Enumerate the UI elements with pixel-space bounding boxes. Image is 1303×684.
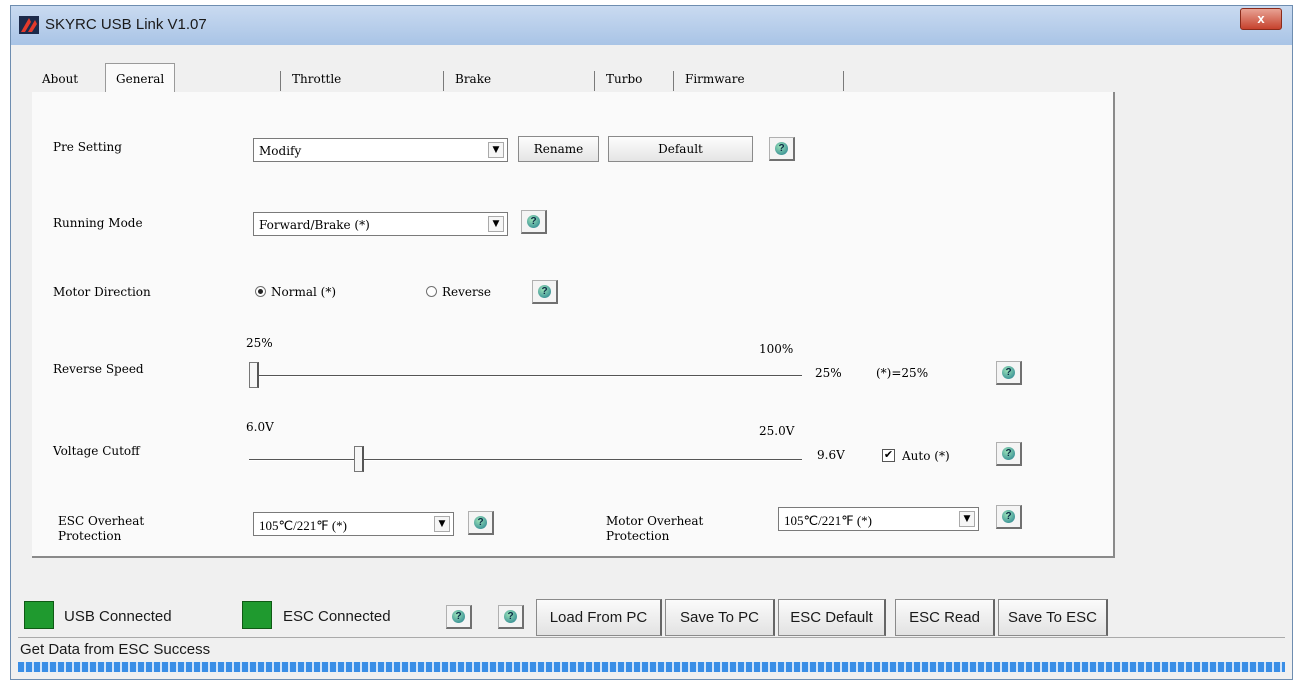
tab-general-setting[interactable]: General Setting — [105, 63, 176, 116]
help-icon: ? — [474, 516, 487, 529]
save-to-pc-button[interactable]: Save To PC — [665, 599, 775, 636]
tab-turbo[interactable]: Turbo — [596, 67, 652, 92]
radio-reverse-label: Reverse — [442, 285, 492, 299]
help-icon: ? — [527, 215, 540, 228]
auto-label: Auto (*) — [902, 449, 950, 463]
tab-separator — [594, 71, 595, 91]
status-bar: Get Data from ESC Success — [18, 637, 1285, 662]
window-title: SKYRC USB Link V1.07 — [45, 16, 207, 33]
voltage-cutoff-label: Voltage Cutoff — [53, 444, 140, 458]
reverse-speed-label: Reverse Speed — [53, 362, 144, 376]
esc-overheat-select[interactable]: 105℃/221℉ (*) ▼ — [253, 512, 454, 536]
motor-overheat-select[interactable]: 105℃/221℉ (*) ▼ — [778, 507, 979, 531]
tab-separator — [280, 71, 281, 91]
help-button[interactable]: ? — [521, 210, 547, 234]
load-from-pc-button[interactable]: Load From PC — [536, 599, 662, 636]
voltage-cutoff-value: 9.6V — [817, 448, 845, 462]
save-to-esc-button[interactable]: Save To ESC — [998, 599, 1108, 636]
esc-overheat-label-line2: Protection — [58, 529, 122, 543]
chevron-down-icon[interactable]: ▼ — [434, 516, 450, 532]
tab-separator — [843, 71, 844, 91]
default-button[interactable]: Default — [608, 136, 753, 162]
tab-throttle-control[interactable]: Throttle Control — [282, 67, 351, 110]
esc-overheat-label: ESC Overheat — [58, 514, 145, 528]
pre-setting-value: Modify — [259, 144, 302, 158]
help-icon: ? — [452, 610, 465, 623]
help-button[interactable]: ? — [498, 605, 524, 629]
rename-button[interactable]: Rename — [518, 136, 599, 162]
help-icon: ? — [1002, 510, 1015, 523]
tab-firmware-upgrade[interactable]: Firmware Upgrade — [675, 67, 755, 110]
esc-status-led — [242, 601, 272, 629]
pre-setting-label: Pre Setting — [53, 140, 122, 154]
reverse-speed-track — [249, 375, 802, 377]
motor-overheat-value: 105℃/221℉ (*) — [784, 513, 872, 528]
chevron-down-icon[interactable]: ▼ — [959, 511, 975, 527]
help-icon: ? — [504, 610, 517, 623]
help-button[interactable]: ? — [769, 137, 795, 161]
help-button[interactable]: ? — [468, 511, 494, 535]
title-bar[interactable]: SKYRC USB Link V1.07 x — [11, 6, 1292, 45]
status-text: Get Data from ESC Success — [20, 641, 211, 658]
esc-connected-label: ESC Connected — [283, 608, 391, 625]
running-mode-value: Forward/Brake (*) — [259, 218, 370, 232]
radio-normal[interactable] — [255, 286, 266, 297]
voltage-cutoff-track — [249, 459, 802, 461]
tab-about[interactable]: About — [32, 67, 88, 92]
motor-overheat-label: Motor Overheat — [606, 514, 704, 528]
usb-status-led — [24, 601, 54, 629]
running-mode-label: Running Mode — [53, 216, 143, 230]
reverse-speed-value: 25% — [815, 366, 842, 380]
radio-normal-label: Normal (*) — [271, 285, 337, 299]
esc-read-button[interactable]: ESC Read — [895, 599, 995, 636]
chevron-down-icon[interactable]: ▼ — [488, 216, 504, 232]
esc-default-button[interactable]: ESC Default — [778, 599, 886, 636]
app-window: SKYRC USB Link V1.07 x About General Set… — [10, 5, 1293, 680]
reverse-speed-max-label: 100% — [759, 342, 794, 356]
tab-separator — [443, 71, 444, 91]
help-icon: ? — [1002, 447, 1015, 460]
help-icon: ? — [775, 142, 788, 155]
help-button[interactable]: ? — [446, 605, 472, 629]
chevron-down-icon[interactable]: ▼ — [488, 142, 504, 158]
voltage-cutoff-slider[interactable] — [354, 446, 365, 472]
reverse-speed-default-note: (*)=25% — [876, 366, 929, 380]
motor-direction-label: Motor Direction — [53, 285, 151, 299]
radio-reverse[interactable] — [426, 286, 437, 297]
reverse-speed-min-label: 25% — [246, 336, 273, 350]
reverse-speed-slider[interactable] — [249, 362, 259, 388]
close-button[interactable]: x — [1240, 8, 1282, 30]
auto-checkbox[interactable]: ✔ — [882, 449, 895, 462]
skyrc-logo-icon — [19, 16, 39, 34]
progress-bar — [18, 662, 1285, 672]
help-icon: ? — [538, 285, 551, 298]
tab-brake-control[interactable]: Brake Control — [445, 67, 511, 110]
help-button[interactable]: ? — [532, 280, 558, 304]
pre-setting-select[interactable]: Modify ▼ — [253, 138, 508, 162]
general-setting-panel: Pre Setting Modify ▼ Rename Default ? Ru… — [32, 92, 1115, 558]
help-icon: ? — [1002, 366, 1015, 379]
running-mode-select[interactable]: Forward/Brake (*) ▼ — [253, 212, 508, 236]
help-button[interactable]: ? — [996, 505, 1022, 529]
tab-separator — [673, 71, 674, 91]
help-button[interactable]: ? — [996, 442, 1022, 466]
motor-overheat-label-line2: Protection — [606, 529, 670, 543]
client-area: About General Setting Throttle Control B… — [18, 45, 1285, 672]
voltage-cutoff-max-label: 25.0V — [759, 424, 795, 438]
usb-connected-label: USB Connected — [64, 608, 172, 625]
esc-overheat-value: 105℃/221℉ (*) — [259, 518, 347, 533]
help-button[interactable]: ? — [996, 361, 1022, 385]
voltage-cutoff-min-label: 6.0V — [246, 420, 274, 434]
